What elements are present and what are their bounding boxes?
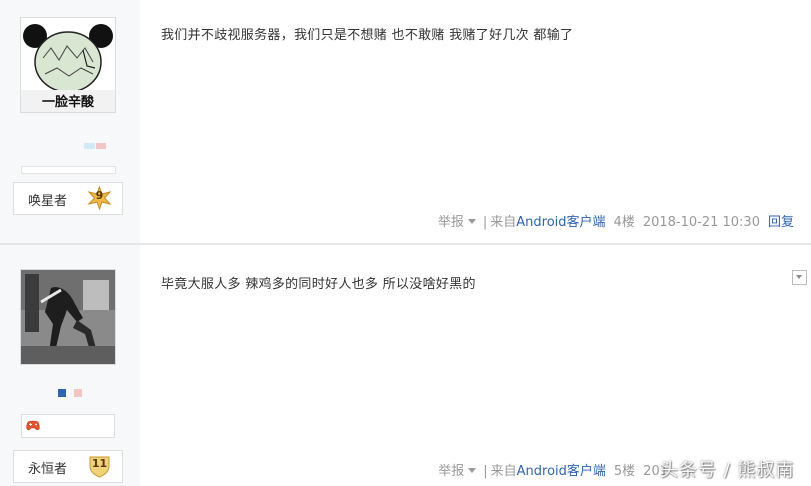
post-time: 2018-10-21 10:30 <box>642 215 760 230</box>
meta-separator: | <box>483 464 488 479</box>
gamepad-icon <box>26 420 40 431</box>
level-number: 9 <box>95 189 104 202</box>
meta-separator: | <box>482 215 488 230</box>
rank-box[interactable]: 唤星者 9 <box>13 182 123 215</box>
post-floor-4: 一脸辛酸 唤星者 9 我们并不歧视服务器，我们只是不想赌 也不敢赌 我赌了好几次… <box>0 0 811 243</box>
post-menu-dropdown[interactable] <box>792 270 807 285</box>
watermark: 头条号 / 熊叔南 <box>660 460 795 481</box>
post-content: 我们并不歧视服务器，我们只是不想赌 也不敢赌 我赌了好几次 都输了 <box>161 28 574 43</box>
report-button[interactable]: 举报 <box>438 215 480 230</box>
rank-label: 永恒者 <box>28 462 68 477</box>
level-badge-icon: 9 <box>87 186 112 210</box>
user-sidebar: 永恒者 11 <box>0 245 140 486</box>
source-client-link[interactable]: Android客户端 <box>516 215 605 230</box>
report-label: 举报 <box>437 215 464 230</box>
chevron-down-icon <box>468 468 477 473</box>
source-prefix: 来自 <box>490 464 517 479</box>
rank-box[interactable]: 永恒者 11 <box>13 450 123 483</box>
vip-mark-pink <box>96 143 106 149</box>
floor-number: 5楼 <box>613 464 636 479</box>
avatar-caption: 一脸辛酸 <box>42 94 95 110</box>
level-bar <box>21 166 116 174</box>
game-badge-box[interactable] <box>21 414 115 438</box>
report-label: 举报 <box>438 464 465 479</box>
source-prefix: 来自 <box>490 215 517 230</box>
post-meta: 举报 | 来自Android客户端 4楼 2018-10-21 10:30 回复 <box>438 211 794 230</box>
vip-mark-blue <box>84 143 95 149</box>
vip-mark-pink <box>74 389 82 397</box>
avatar[interactable]: 一脸辛酸 <box>20 17 116 113</box>
post-floor-5: 永恒者 11 毕竟大服人多 辣鸡多的同时好人也多 所以没啥好黑的 举报 | 来自An… <box>0 245 811 486</box>
chevron-down-icon <box>467 219 476 224</box>
avatar[interactable] <box>20 269 116 365</box>
source-client-link[interactable]: Android客户端 <box>517 464 606 479</box>
report-button[interactable]: 举报 <box>438 464 480 479</box>
vip-mark-blue <box>58 389 66 397</box>
level-badge-icon: 11 <box>87 454 112 478</box>
level-number: 11 <box>91 457 108 470</box>
user-sidebar: 一脸辛酸 唤星者 9 <box>0 0 140 243</box>
reply-button[interactable]: 回复 <box>768 215 794 230</box>
post-content: 毕竟大服人多 辣鸡多的同时好人也多 所以没啥好黑的 <box>161 277 476 292</box>
floor-number: 4楼 <box>613 215 635 230</box>
rank-label: 唤星者 <box>28 194 68 209</box>
